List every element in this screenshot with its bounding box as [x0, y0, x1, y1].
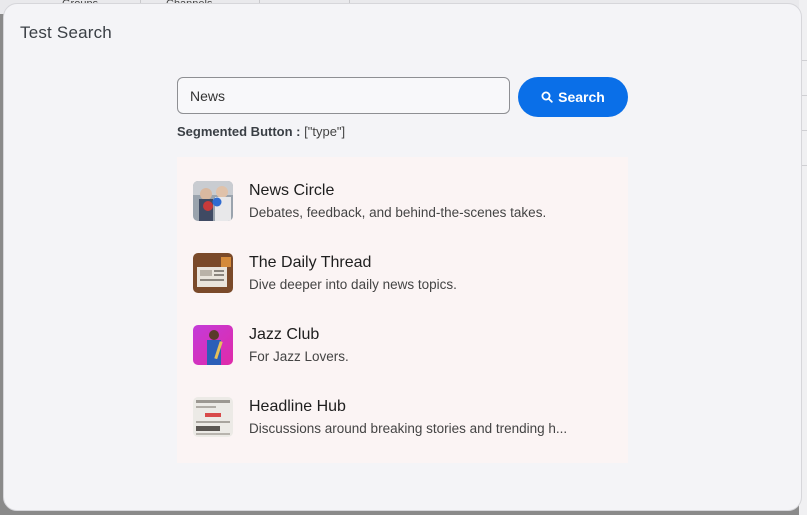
segmented-button-value: ["type"]	[304, 124, 346, 139]
result-title: Jazz Club	[249, 326, 320, 343]
result-description: Debates, feedback, and behind-the-scenes…	[249, 205, 547, 220]
result-description: For Jazz Lovers.	[249, 349, 349, 364]
result-title: Headline Hub	[249, 398, 346, 415]
result-item-headline-hub[interactable]: Headline Hub Discussions around breaking…	[177, 373, 628, 445]
search-icon	[541, 91, 553, 103]
results-list: News Circle Debates, feedback, and behin…	[177, 157, 628, 463]
search-input[interactable]	[177, 77, 510, 114]
segmented-button-key: Segmented Button :	[177, 124, 301, 139]
test-search-modal: Test Search Search Segmented Button : ["…	[3, 3, 802, 511]
news-circle-thumbnail	[193, 181, 233, 221]
result-item-the-daily-thread[interactable]: The Daily Thread Dive deeper into daily …	[177, 229, 628, 301]
result-title: News Circle	[249, 182, 335, 199]
segmented-button-info: Segmented Button : ["type"]	[177, 124, 345, 139]
daily-thread-thumbnail	[193, 253, 233, 293]
search-button-label: Search	[558, 89, 605, 105]
headline-hub-thumbnail	[193, 397, 233, 437]
result-item-news-circle[interactable]: News Circle Debates, feedback, and behin…	[177, 157, 628, 229]
result-description: Dive deeper into daily news topics.	[249, 277, 457, 292]
result-description: Discussions around breaking stories and …	[249, 421, 568, 436]
jazz-club-thumbnail	[193, 325, 233, 365]
search-button[interactable]: Search	[518, 77, 628, 117]
result-item-jazz-club[interactable]: Jazz Club For Jazz Lovers.	[177, 301, 628, 373]
modal-title: Test Search	[20, 23, 112, 42]
result-title: The Daily Thread	[249, 254, 372, 271]
